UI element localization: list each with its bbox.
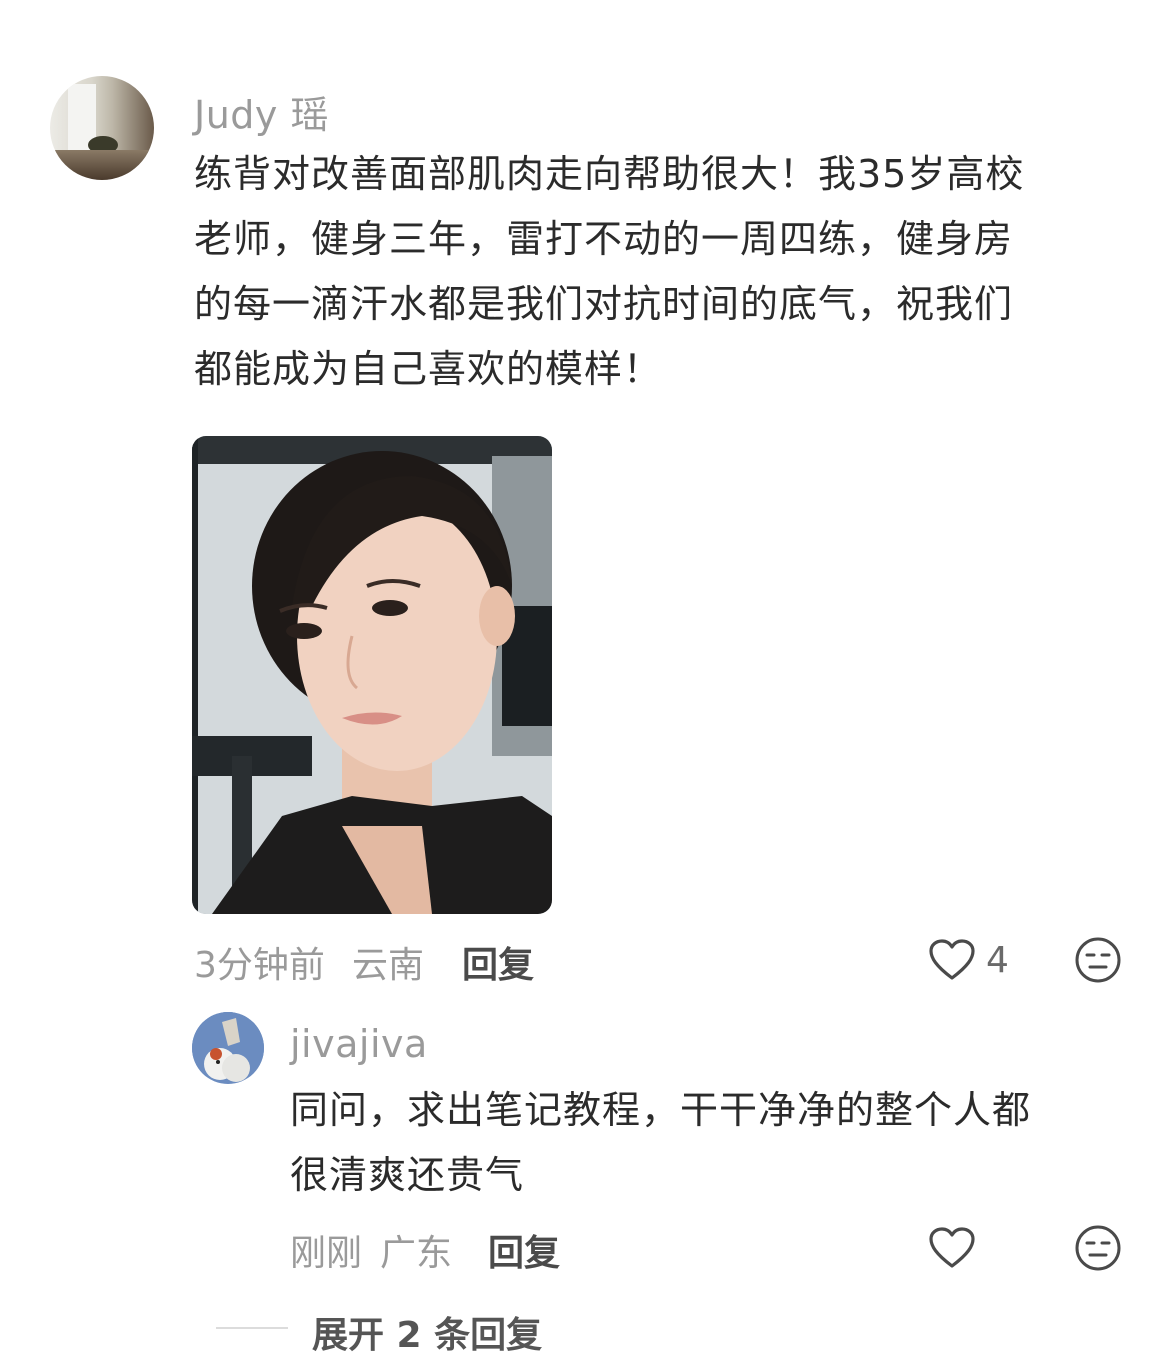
emoji-reaction-icon[interactable] <box>1074 936 1122 984</box>
reply-button[interactable]: 回复 <box>462 936 534 988</box>
reply-time: 刚刚 <box>290 1233 363 1274</box>
reply-text-line: 很清爽还贵气 <box>290 1153 525 1197</box>
reply-body: 同问，求出笔记教程，干干净净的整个人都 很清爽还贵气 <box>290 1078 1130 1208</box>
expand-divider <box>216 1327 288 1329</box>
expand-replies-button[interactable]: 展开 2 条回复 <box>312 1306 542 1358</box>
comment-time: 3分钟前 <box>194 945 325 986</box>
like-count: 4 <box>986 940 1009 981</box>
comment-photo[interactable] <box>192 436 552 914</box>
heart-icon[interactable] <box>928 1226 976 1270</box>
comment-location: 云南 <box>352 945 425 986</box>
comment-text-line: 的每一滴汗水都是我们对抗时间的底气，祝我们 <box>194 282 1014 326</box>
reply-username[interactable]: jivajiva <box>290 1022 428 1066</box>
heart-icon[interactable] <box>928 938 976 982</box>
comment-body: 练背对改善面部肌肉走向帮助很大！我35岁高校 老师，健身三年，雷打不动的一周四练… <box>194 142 1134 402</box>
reply-user-avatar[interactable] <box>192 1012 264 1084</box>
emoji-reaction-icon[interactable] <box>1074 1224 1122 1272</box>
user-avatar[interactable] <box>50 76 154 180</box>
portrait-image <box>192 436 552 914</box>
comment-text-line: 都能成为自己喜欢的模样！ <box>194 347 663 391</box>
reply-text-line: 同问，求出笔记教程，干干净净的整个人都 <box>290 1088 1032 1132</box>
reply-location: 广东 <box>380 1233 453 1274</box>
comment-text-line: 老师，健身三年，雷打不动的一周四练，健身房 <box>194 217 1014 261</box>
comment-text-line: 练背对改善面部肌肉走向帮助很大！我35岁高校 <box>194 152 1025 196</box>
avatar-image <box>192 1012 264 1084</box>
comment-username[interactable]: Judy 瑶 <box>194 84 329 139</box>
reply-reply-button[interactable]: 回复 <box>488 1224 560 1276</box>
